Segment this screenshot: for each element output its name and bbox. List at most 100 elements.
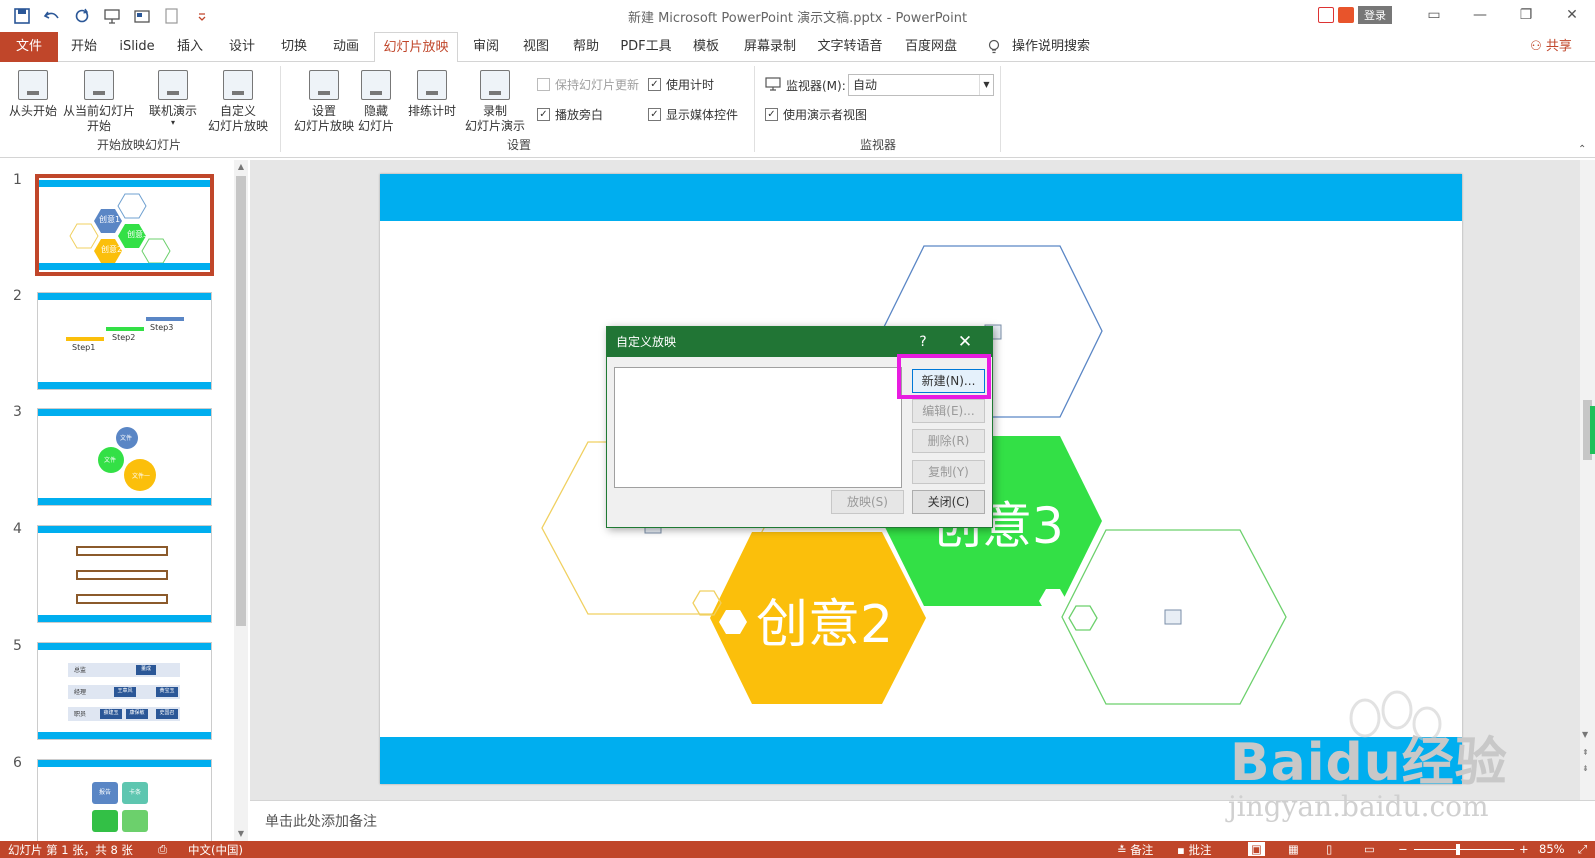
zoom-in-icon[interactable]: +	[1519, 842, 1529, 856]
monitor-label-wrap: 监视器(M):	[765, 77, 846, 94]
tab-home[interactable]: 开始	[64, 32, 104, 62]
share-button[interactable]: ⚇ 共享	[1526, 32, 1576, 62]
setup-show-button[interactable]: 设置 幻灯片放映	[290, 70, 358, 134]
slide-thumbnail-1[interactable]: 创意1 创意3 创意2	[35, 174, 214, 276]
copy-button[interactable]: 复制(Y)	[912, 460, 985, 484]
record-label-2: 幻灯片演示	[464, 119, 525, 133]
tab-baidu-netdisk[interactable]: 百度网盘	[898, 32, 964, 62]
setup-show-label-1: 设置	[311, 104, 336, 118]
tab-islide[interactable]: iSlide	[114, 32, 160, 62]
use-timings-checkbox[interactable]: ✓ 使用计时	[648, 76, 714, 93]
spellcheck-icon[interactable]: ⎙	[158, 842, 167, 857]
scroll-down-icon[interactable]: ▼	[1582, 730, 1588, 739]
restore-icon[interactable]: ❐	[1503, 0, 1549, 30]
setup-show-icon	[309, 70, 339, 100]
keep-updated-checkbox[interactable]: 保持幻灯片更新	[537, 76, 639, 93]
minimize-icon[interactable]: —	[1457, 0, 1503, 30]
notes-placeholder[interactable]: 单击此处添加备注	[265, 811, 377, 831]
tab-view[interactable]: 视图	[516, 32, 556, 62]
zoom-out-icon[interactable]: −	[1398, 842, 1408, 856]
close-button[interactable]: 关闭(C)	[912, 490, 985, 514]
edit-button[interactable]: 编辑(E)...	[912, 399, 985, 423]
slide-thumbnail-6[interactable]: 报告 卡条	[37, 759, 212, 841]
online-present-button[interactable]: 联机演示 ▾	[146, 70, 200, 127]
tab-templates[interactable]: 模板	[686, 32, 726, 62]
tab-text-to-speech[interactable]: 文字转语音	[812, 32, 888, 62]
notes-toggle[interactable]: ≛ 备注	[1117, 842, 1153, 858]
org-box: 董成	[136, 665, 156, 675]
zoom-slider-thumb[interactable]	[1456, 844, 1460, 855]
scroll-thumb[interactable]	[236, 176, 246, 626]
zoom-level[interactable]: 85%	[1539, 842, 1565, 856]
org-box: 史国召	[156, 709, 178, 719]
reading-view-icon[interactable]: ▯	[1326, 842, 1332, 856]
record-show-button[interactable]: 录制 幻灯片演示	[460, 70, 530, 134]
lightbulb-icon[interactable]	[984, 32, 1004, 62]
presenter-view-checkbox[interactable]: ✓ 使用演示者视图	[765, 106, 867, 123]
slide-thumbnail-3[interactable]: 文件 文件 文件一	[37, 408, 212, 506]
sign-in-label[interactable]: 登录	[1358, 6, 1392, 24]
previous-slide-icon[interactable]: ⇞	[1582, 748, 1589, 757]
zoom-slider[interactable]	[1414, 849, 1514, 850]
delete-button[interactable]: 删除(R)	[912, 429, 985, 453]
help-icon[interactable]: ?	[913, 327, 933, 357]
ribbon-display-icon[interactable]: ▭	[1411, 0, 1457, 30]
thumb-bar	[38, 643, 211, 650]
group-separator	[754, 66, 755, 152]
comments-toggle[interactable]: ▪ 批注	[1177, 842, 1211, 858]
slide-thumbnail-2[interactable]: Step1 Step2 Step3	[37, 292, 212, 390]
language-indicator[interactable]: 中文(中国)	[188, 842, 243, 858]
normal-view-icon[interactable]: ▣	[1248, 842, 1265, 856]
tab-review[interactable]: 审阅	[466, 32, 506, 62]
rehearse-timings-button[interactable]: 排练计时	[404, 70, 460, 119]
keep-updated-label: 保持幻灯片更新	[555, 78, 640, 92]
chevron-down-icon[interactable]: ▼	[979, 75, 993, 95]
play-narrations-checkbox[interactable]: ✓ 播放旁白	[537, 106, 603, 123]
pdf-icon[interactable]	[1318, 7, 1334, 23]
tab-slideshow[interactable]: 幻灯片放映	[374, 32, 458, 63]
slide-scrollbar[interactable]: ▼ ⇞ ⇟	[1580, 160, 1595, 800]
account-area[interactable]: 登录	[1318, 4, 1408, 26]
slideshow-view-icon[interactable]: ▭	[1364, 842, 1375, 856]
monitor-select[interactable]: 自动 ▼	[848, 74, 994, 96]
from-beginning-button[interactable]: 从头开始	[8, 70, 58, 119]
show-button[interactable]: 放映(S)	[831, 490, 904, 514]
custom-show-label-2: 幻灯片放映	[207, 119, 268, 133]
hide-slide-button[interactable]: 隐藏 幻灯片	[356, 70, 396, 134]
hexagon-label-2[interactable]: 创意2	[756, 582, 893, 657]
tab-transitions[interactable]: 切换	[274, 32, 314, 62]
tab-insert[interactable]: 插入	[170, 32, 210, 62]
org-box: 黄宝玉	[156, 687, 178, 697]
tab-file[interactable]: 文件	[0, 32, 58, 62]
wps-icon[interactable]	[1338, 7, 1354, 23]
fit-slide-icon[interactable]: ⤢	[1578, 842, 1587, 857]
step-bar	[106, 327, 144, 331]
online-present-icon	[158, 70, 188, 100]
thumb-bar	[38, 293, 211, 300]
thumb-bar	[38, 760, 211, 767]
slide-thumbnail-5[interactable]: 总监 经理 职员 董成 王章风 黄宝玉 薛建玉 康保敏 史国召	[37, 642, 212, 740]
tell-me-search[interactable]: 操作说明搜索	[1010, 32, 1092, 62]
close-window-icon[interactable]: ✕	[1549, 0, 1595, 30]
slide-sorter-icon[interactable]: ▦	[1288, 842, 1299, 856]
collapse-ribbon-icon[interactable]: ⌃	[1578, 144, 1586, 155]
tab-pdf[interactable]: PDF工具	[616, 32, 676, 62]
scroll-down-icon[interactable]: ▼	[234, 827, 248, 841]
tab-design[interactable]: 设计	[222, 32, 262, 62]
close-icon[interactable]: ✕	[952, 327, 978, 357]
scroll-up-icon[interactable]: ▲	[234, 160, 248, 174]
from-current-button[interactable]: 从当前幻灯片 开始	[62, 70, 136, 134]
thumb-bar	[38, 732, 211, 739]
play-narrations-label: 播放旁白	[555, 108, 604, 122]
slide-thumbnail-4[interactable]	[37, 525, 212, 623]
custom-show-button[interactable]: 自定义 幻灯片放映	[202, 70, 274, 134]
custom-shows-list[interactable]	[614, 367, 902, 488]
show-media-controls-checkbox[interactable]: ✓ 显示媒体控件	[648, 106, 738, 123]
tab-animations[interactable]: 动画	[326, 32, 366, 62]
tab-help[interactable]: 帮助	[566, 32, 606, 62]
next-slide-icon[interactable]: ⇟	[1582, 764, 1589, 773]
thumbnail-scrollbar[interactable]: ▲ ▼	[234, 160, 248, 841]
tab-screen-record[interactable]: 屏幕录制	[738, 32, 802, 62]
thumb-number: 3	[13, 404, 22, 420]
group-separator	[280, 66, 281, 152]
